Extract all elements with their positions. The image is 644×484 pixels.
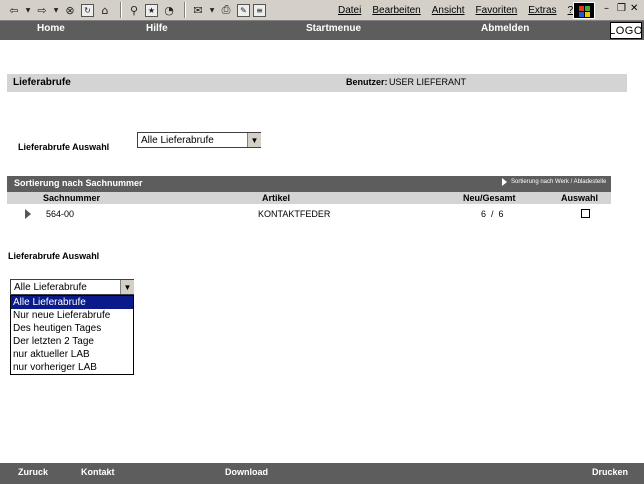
- discuss-icon[interactable]: ≡: [253, 3, 266, 17]
- dropdown-arrow-icon[interactable]: ▼: [53, 2, 59, 18]
- minimize-icon[interactable]: –: [604, 3, 609, 14]
- option-des-heutigen-tages[interactable]: Des heutigen Tages: [11, 322, 133, 335]
- option-der-letzten-2-tage[interactable]: Der letzten 2 Tage: [11, 335, 133, 348]
- close-icon[interactable]: ✕: [630, 3, 638, 14]
- col-sachnummer: Sachnummer: [43, 193, 101, 203]
- browser-menu-bar: Datei Bearbeiten Ansicht Favoriten Extra…: [338, 0, 584, 21]
- col-neu-gesamt: Neu/Gesamt: [463, 193, 516, 203]
- stop-icon[interactable]: ⊗: [62, 2, 78, 18]
- filter-select-open[interactable]: Alle Lieferabrufe ▼: [10, 279, 134, 295]
- filter-select-value-2: Alle Lieferabrufe: [14, 281, 87, 293]
- page-header: Lieferabrufe Benutzer: USER LIEFERANT: [7, 74, 627, 92]
- cell-sachnummer: 564-00: [46, 209, 75, 219]
- dropdown-arrow-icon[interactable]: ▼: [209, 2, 215, 18]
- table-row: 564-00 KONTAKTFEDER 6 / 6: [7, 206, 611, 222]
- option-nur-aktueller-lab[interactable]: nur aktueller LAB: [11, 348, 133, 361]
- toolbar-divider: [184, 2, 186, 18]
- triangle-right-icon: [502, 178, 507, 186]
- maximize-icon[interactable]: ❐: [617, 3, 626, 14]
- menu-extras[interactable]: Extras: [528, 5, 556, 16]
- chevron-down-icon[interactable]: ▼: [247, 133, 261, 147]
- back-icon[interactable]: ⇦: [6, 2, 22, 18]
- table-header-bar: Sortierung nach Sachnummer Sortierung na…: [7, 176, 611, 192]
- col-auswahl: Auswahl: [561, 193, 599, 203]
- option-nur-neue-lieferabrufe[interactable]: Nur neue Lieferabrufe: [11, 309, 133, 322]
- footer-drucken[interactable]: Drucken: [592, 467, 628, 477]
- option-nur-vorheriger-lab[interactable]: nur vorheriger LAB: [11, 361, 133, 374]
- user-label: Benutzer:: [346, 77, 388, 87]
- search-icon[interactable]: ⚲: [126, 2, 142, 18]
- table-title: Sortierung nach Sachnummer: [14, 178, 143, 188]
- filter-label: Lieferabrufe Auswahl: [18, 142, 110, 152]
- sort-link-label: Sortierung nach Werk / Abladestelle: [511, 179, 607, 185]
- expand-arrow-icon[interactable]: [25, 209, 31, 219]
- edit-icon[interactable]: ✎: [237, 3, 250, 17]
- nav-hilfe[interactable]: Hilfe: [146, 23, 168, 34]
- nav-abmelden[interactable]: Abmelden: [481, 23, 529, 34]
- option-alle-lieferabrufe[interactable]: Alle Lieferabrufe: [11, 296, 133, 309]
- nav-home[interactable]: Home: [37, 23, 65, 34]
- filter-select[interactable]: Alle Lieferabrufe ▼: [137, 132, 261, 148]
- menu-datei[interactable]: Datei: [338, 5, 361, 16]
- cell-artikel: KONTAKTFEDER: [258, 209, 331, 219]
- history-icon[interactable]: ◔: [161, 2, 177, 18]
- cell-neu-gesamt: 6 / 6: [481, 209, 504, 219]
- table-column-headers: Sachnummer Artikel Neu/Gesamt Auswahl: [7, 192, 611, 204]
- footer-download[interactable]: Download: [225, 467, 268, 477]
- chevron-down-icon[interactable]: ▼: [120, 280, 134, 294]
- toolbar-divider: [120, 2, 122, 18]
- windows-logo-icon: [573, 2, 595, 19]
- footer-kontakt[interactable]: Kontakt: [81, 467, 115, 477]
- dropdown-arrow-icon[interactable]: ▼: [25, 2, 31, 18]
- sort-by-werk-link[interactable]: Sortierung nach Werk / Abladestelle: [502, 178, 606, 186]
- home-icon[interactable]: ⌂: [97, 2, 113, 18]
- browser-toolbar: ⇦ ▼ ⇨ ▼ ⊗ ↻ ⌂ ⚲ ★ ◔ ✉ ▼ ⎙ ✎ ≡ Datei Bear…: [0, 0, 644, 21]
- menu-ansicht[interactable]: Ansicht: [432, 5, 465, 16]
- filter-select-value: Alle Lieferabrufe: [141, 134, 214, 146]
- auswahl-checkbox[interactable]: [581, 209, 590, 218]
- print-icon[interactable]: ⎙: [218, 2, 234, 18]
- menu-favoriten[interactable]: Favoriten: [476, 5, 518, 16]
- refresh-icon[interactable]: ↻: [81, 3, 94, 17]
- user-name: USER LIEFERANT: [389, 77, 467, 87]
- col-artikel: Artikel: [262, 193, 291, 203]
- favorites-icon[interactable]: ★: [145, 3, 158, 17]
- company-logo: LOGO: [609, 22, 642, 39]
- main-nav: Home Hilfe Startmenue Abmelden: [0, 21, 644, 40]
- mail-icon[interactable]: ✉: [190, 2, 206, 18]
- footer-nav: Zuruck Kontakt Download Drucken: [0, 463, 644, 484]
- menu-bearbeiten[interactable]: Bearbeiten: [372, 5, 420, 16]
- nav-startmenue[interactable]: Startmenue: [306, 23, 361, 34]
- filter-dropdown-list: Alle Lieferabrufe Nur neue Lieferabrufe …: [10, 295, 134, 375]
- forward-icon[interactable]: ⇨: [34, 2, 50, 18]
- page-title: Lieferabrufe: [13, 77, 71, 88]
- footer-zurueck[interactable]: Zuruck: [18, 467, 48, 477]
- filter-label-2: Lieferabrufe Auswahl: [8, 251, 100, 261]
